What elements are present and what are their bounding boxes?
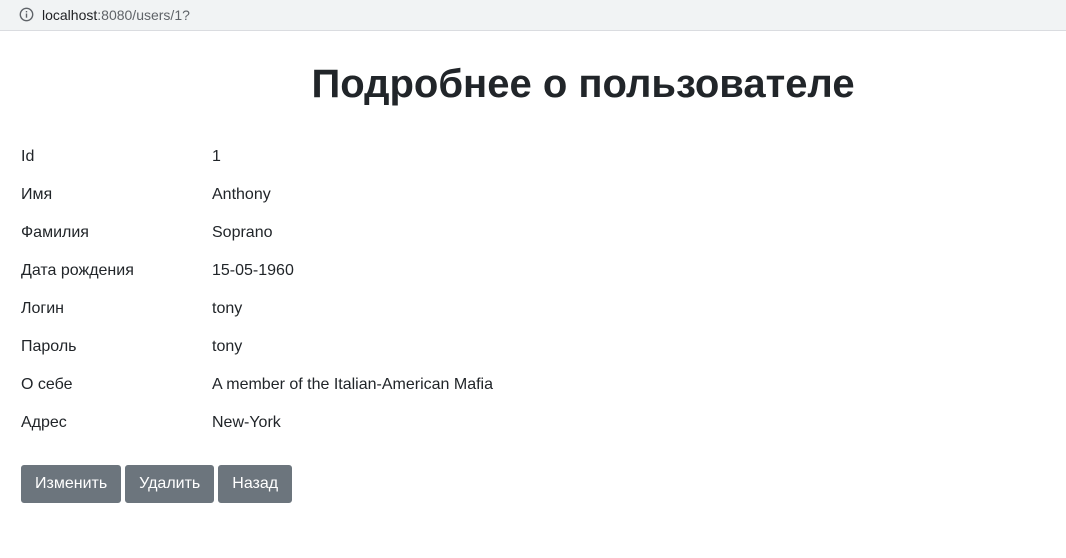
- detail-label: Пароль: [21, 338, 77, 355]
- action-buttons: Изменить Удалить Назад: [21, 465, 293, 503]
- detail-value: tony: [212, 338, 243, 355]
- detail-value: New-York: [212, 414, 281, 431]
- delete-button[interactable]: Удалить: [125, 465, 215, 503]
- detail-label: Id: [21, 148, 35, 165]
- detail-label: Адрес: [21, 414, 67, 431]
- detail-row-first-name: Имя Anthony: [21, 176, 721, 214]
- detail-row-address: Адрес New-York: [21, 404, 721, 442]
- detail-label: О себе: [21, 376, 73, 393]
- detail-row-last-name: Фамилия Soprano: [21, 214, 721, 252]
- back-button[interactable]: Назад: [218, 465, 293, 503]
- detail-label: Логин: [21, 300, 65, 317]
- detail-label: Фамилия: [21, 224, 89, 241]
- detail-value: Soprano: [212, 224, 273, 241]
- detail-row-about: О себе A member of the Italian-American …: [21, 366, 721, 404]
- detail-value: tony: [212, 300, 243, 317]
- edit-button[interactable]: Изменить: [21, 465, 122, 503]
- detail-value: Anthony: [212, 186, 271, 203]
- url-path: :8080/users/1?: [97, 7, 190, 23]
- detail-row-birth-date: Дата рождения 15-05-1960: [21, 252, 721, 290]
- info-icon[interactable]: [19, 7, 34, 22]
- user-details: Id 1 Имя Anthony Фамилия Soprano Дата ро…: [21, 138, 721, 442]
- address-bar[interactable]: localhost:8080/users/1?: [0, 0, 1066, 31]
- detail-value: 1: [212, 148, 221, 165]
- detail-row-id: Id 1: [21, 138, 721, 176]
- url-host: localhost: [42, 7, 98, 23]
- detail-value: A member of the Italian-American Mafia: [212, 376, 494, 393]
- page-title: Подробнее о пользователе: [311, 62, 855, 106]
- detail-row-login: Логин tony: [21, 290, 721, 328]
- url-text[interactable]: localhost:8080/users/1?: [42, 6, 190, 24]
- detail-value: 15-05-1960: [212, 262, 294, 279]
- detail-row-password: Пароль tony: [21, 328, 721, 366]
- detail-label: Дата рождения: [21, 262, 134, 279]
- detail-label: Имя: [21, 186, 53, 203]
